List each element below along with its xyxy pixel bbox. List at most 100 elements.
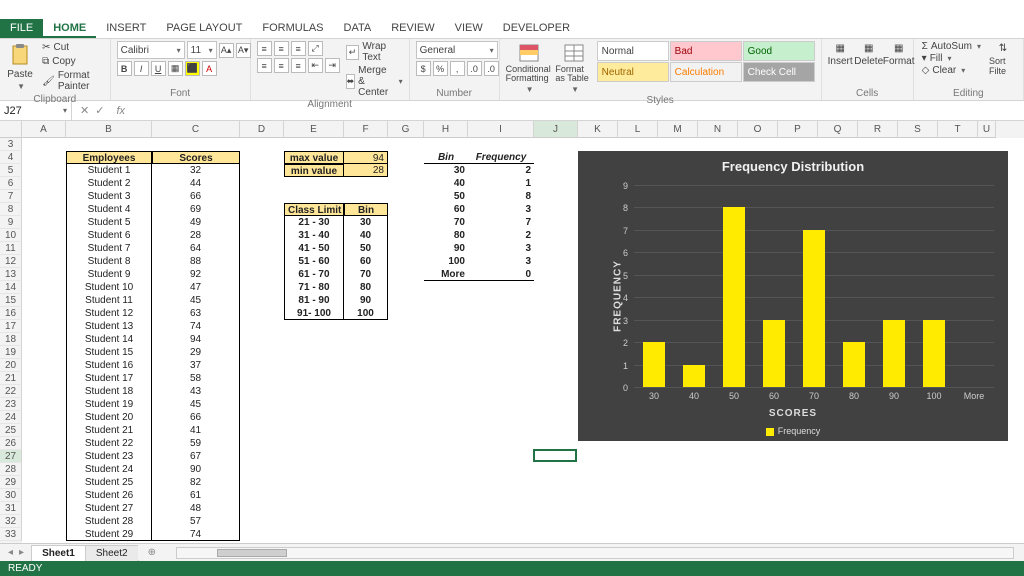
tab-developer[interactable]: DEVELOPER — [493, 19, 580, 38]
column-header[interactable]: H — [424, 121, 468, 138]
column-header[interactable]: R — [858, 121, 898, 138]
row-header[interactable]: 11 — [0, 242, 22, 255]
cell[interactable]: 58 — [152, 372, 240, 385]
cell[interactable]: Student 1 — [66, 164, 152, 177]
row-header[interactable]: 16 — [0, 307, 22, 320]
row-header[interactable]: 12 — [0, 255, 22, 268]
tab-nav-last-icon[interactable]: ▸ — [19, 547, 24, 558]
cell[interactable]: Scores — [152, 151, 240, 164]
new-sheet-button[interactable]: ⊕ — [138, 545, 166, 560]
cell[interactable]: 69 — [152, 203, 240, 216]
row-header[interactable]: 26 — [0, 437, 22, 450]
cell[interactable]: 67 — [152, 450, 240, 463]
cell[interactable]: Student 14 — [66, 333, 152, 346]
cell[interactable]: 63 — [152, 307, 240, 320]
indent-dec-icon[interactable]: ⇤ — [308, 58, 323, 73]
cell[interactable]: 41 - 50 — [284, 242, 344, 255]
cell[interactable]: 60 — [424, 203, 468, 216]
increase-font-icon[interactable]: A▴ — [219, 43, 234, 58]
style-normal[interactable]: Normal — [597, 41, 669, 61]
cell[interactable]: 40 — [424, 177, 468, 190]
row-header[interactable]: 5 — [0, 164, 22, 177]
inc-decimal-icon[interactable]: .0 — [467, 61, 482, 76]
cell[interactable]: 44 — [152, 177, 240, 190]
conditional-formatting-button[interactable]: Conditional Formatting▼ — [506, 41, 552, 94]
cell[interactable]: Student 22 — [66, 437, 152, 450]
column-header[interactable]: P — [778, 121, 818, 138]
cell[interactable]: 1 — [468, 177, 534, 190]
cell[interactable]: 90 — [152, 463, 240, 476]
cell[interactable]: 37 — [152, 359, 240, 372]
cell[interactable]: 70 — [424, 216, 468, 229]
fill-button[interactable]: ▾Fill▾ — [920, 53, 983, 64]
paste-button[interactable]: Paste▼ — [6, 41, 34, 91]
sheet-tab-1[interactable]: Sheet1 — [31, 545, 86, 561]
row-header[interactable]: 4 — [0, 151, 22, 164]
currency-icon[interactable]: $ — [416, 61, 431, 76]
worksheet[interactable]: ABCDEFGHIJKLMNOPQRSTU 345678910111213141… — [0, 121, 1024, 543]
cell[interactable]: Employees — [66, 151, 152, 164]
row-header[interactable]: 23 — [0, 398, 22, 411]
cell[interactable]: 59 — [152, 437, 240, 450]
format-cells-button[interactable]: ▦Format — [885, 41, 913, 67]
cell[interactable]: Student 21 — [66, 424, 152, 437]
row-header[interactable]: 15 — [0, 294, 22, 307]
cell[interactable]: 45 — [152, 294, 240, 307]
cell[interactable]: Student 12 — [66, 307, 152, 320]
cell[interactable]: Class Limit — [284, 203, 344, 216]
percent-icon[interactable]: % — [433, 61, 448, 76]
column-header[interactable]: M — [658, 121, 698, 138]
tab-formulas[interactable]: FORMULAS — [252, 19, 333, 38]
cell[interactable]: 49 — [152, 216, 240, 229]
row-header[interactable]: 9 — [0, 216, 22, 229]
format-painter-button[interactable]: 🖌Format Painter — [40, 69, 104, 93]
cell[interactable]: Student 4 — [66, 203, 152, 216]
cell[interactable]: Student 17 — [66, 372, 152, 385]
cell[interactable]: 88 — [152, 255, 240, 268]
cell[interactable]: 94 — [152, 333, 240, 346]
number-format-combo[interactable]: General▾ — [416, 41, 498, 59]
cell[interactable]: Student 16 — [66, 359, 152, 372]
cell[interactable]: Student 10 — [66, 281, 152, 294]
cell[interactable]: 50 — [344, 242, 388, 255]
column-header[interactable]: G — [388, 121, 424, 138]
column-header[interactable]: I — [468, 121, 534, 138]
fill-color-button[interactable]: ⬛ — [185, 61, 200, 76]
style-calculation[interactable]: Calculation — [670, 62, 742, 82]
cell[interactable]: Student 5 — [66, 216, 152, 229]
cell[interactable]: 81 - 90 — [284, 294, 344, 307]
cell[interactable]: 100 — [344, 307, 388, 320]
cut-button[interactable]: ✂Cut — [40, 41, 104, 54]
cell[interactable]: Student 2 — [66, 177, 152, 190]
cell[interactable]: Student 29 — [66, 528, 152, 541]
row-header[interactable]: 32 — [0, 515, 22, 528]
cell[interactable]: Student 26 — [66, 489, 152, 502]
cell[interactable]: 94 — [344, 151, 388, 164]
bold-button[interactable]: B — [117, 61, 132, 76]
orientation-icon[interactable]: ⤢ — [308, 41, 323, 56]
row-header[interactable]: 8 — [0, 203, 22, 216]
column-header[interactable]: U — [978, 121, 996, 138]
cell[interactable]: Student 24 — [66, 463, 152, 476]
row-header[interactable]: 6 — [0, 177, 22, 190]
cell[interactable]: Student 7 — [66, 242, 152, 255]
cell[interactable]: 66 — [152, 190, 240, 203]
format-as-table-button[interactable]: Format as Table▼ — [555, 41, 592, 94]
cell-styles-gallery[interactable]: Normal Bad Good Neutral Calculation Chec… — [597, 41, 815, 82]
cell[interactable]: Student 8 — [66, 255, 152, 268]
cell[interactable]: 28 — [152, 229, 240, 242]
tab-view[interactable]: VIEW — [445, 19, 493, 38]
cell[interactable]: 82 — [152, 476, 240, 489]
sort-filter-button[interactable]: ⇅Sort Filte — [989, 41, 1017, 76]
cell[interactable]: 74 — [152, 320, 240, 333]
align-left-icon[interactable]: ≡ — [257, 58, 272, 73]
column-header[interactable]: A — [22, 121, 66, 138]
cell[interactable]: Student 6 — [66, 229, 152, 242]
wrap-text-button[interactable]: ↵Wrap Text — [346, 41, 403, 63]
cell[interactable]: max value — [284, 151, 344, 164]
row-header[interactable]: 3 — [0, 138, 22, 151]
italic-button[interactable]: I — [134, 61, 149, 76]
cell[interactable]: 3 — [468, 242, 534, 255]
decrease-font-icon[interactable]: A▾ — [236, 43, 251, 58]
cell[interactable]: 71 - 80 — [284, 281, 344, 294]
